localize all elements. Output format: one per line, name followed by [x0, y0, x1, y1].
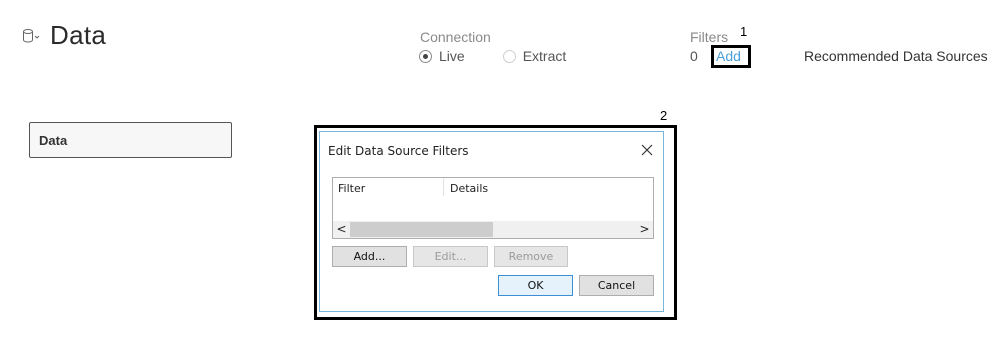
connection-extract-option[interactable]: Extract: [502, 48, 567, 64]
column-divider[interactable]: [443, 178, 444, 196]
edit-data-source-filters-dialog: Edit Data Source Filters Filter Details …: [319, 131, 664, 312]
filters-count: 0: [690, 48, 698, 64]
add-filter-button[interactable]: Add...: [332, 246, 407, 267]
filter-list[interactable]: Filter Details < >: [332, 177, 654, 239]
horizontal-scrollbar[interactable]: < >: [333, 221, 653, 238]
callout-number-2: 2: [660, 108, 668, 123]
ok-button[interactable]: OK: [498, 275, 573, 296]
edit-filter-button[interactable]: Edit...: [413, 246, 488, 267]
scroll-left-icon[interactable]: <: [333, 221, 350, 238]
recommended-data-sources-link[interactable]: Recommended Data Sources: [804, 48, 988, 64]
live-radio[interactable]: [419, 49, 432, 63]
callout-number-1: 1: [740, 24, 748, 39]
connection-label: Connection: [420, 29, 491, 45]
remove-filter-button[interactable]: Remove: [494, 246, 568, 267]
close-icon[interactable]: [638, 141, 656, 159]
page-title: Data: [50, 20, 107, 50]
extract-label: Extract: [522, 48, 567, 64]
filters-label: Filters: [690, 29, 729, 45]
scroll-right-icon[interactable]: >: [636, 221, 653, 238]
database-icon[interactable]: [22, 28, 40, 44]
dialog-title: Edit Data Source Filters: [328, 144, 469, 158]
extract-radio[interactable]: [502, 49, 516, 63]
connection-radio-group: Live Extract: [419, 48, 566, 64]
connection-live-option[interactable]: Live: [419, 48, 465, 64]
live-label: Live: [439, 48, 465, 64]
column-header-details[interactable]: Details: [450, 182, 488, 195]
data-connection-box[interactable]: Data: [29, 122, 232, 158]
column-header-filter[interactable]: Filter: [338, 182, 365, 195]
filter-list-header: Filter Details: [333, 178, 653, 196]
cancel-button[interactable]: Cancel: [579, 275, 654, 296]
scrollbar-thumb[interactable]: [350, 222, 493, 237]
filters-add-link[interactable]: Add: [711, 45, 751, 68]
